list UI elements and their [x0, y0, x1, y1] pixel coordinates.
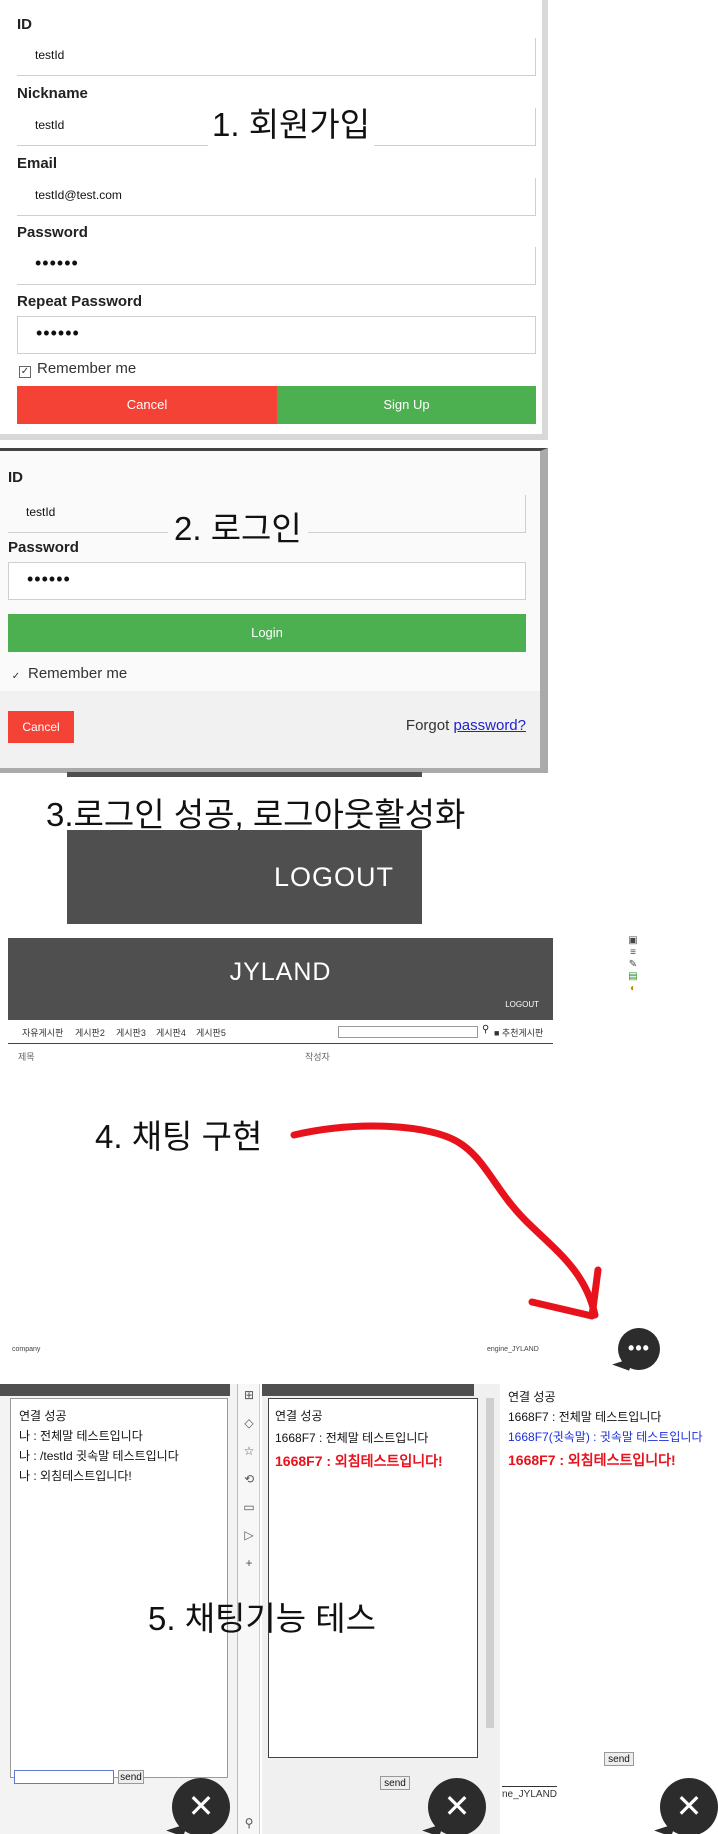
arrow-stroke [290, 1122, 599, 1319]
remember-label: Remember me [37, 360, 137, 377]
chat3-close-button[interactable]: ✕ [660, 1778, 718, 1834]
signup-caption: 1. 회원가입 [208, 96, 375, 148]
play-icon[interactable]: ▷ [242, 1528, 256, 1542]
chat-window-3: 연결 성공 1668F7 : 전체말 테스트입니다 1668F7(귓속말) : … [502, 1384, 718, 1834]
id-input[interactable]: testId [17, 38, 536, 76]
chat1-send-button[interactable]: send [118, 1770, 144, 1784]
login-form: ID testId Password •••••• Login ✓ Remembe… [0, 448, 548, 773]
grid-icon[interactable]: ⊞ [242, 1388, 256, 1402]
checkbox-icon[interactable]: ✓ [10, 672, 22, 684]
column-author: 작성자 [305, 1052, 330, 1062]
star-icon[interactable]: ☆ [242, 1444, 256, 1458]
chat1-line-1: 연결 성공 [19, 1409, 67, 1423]
chat2-scrollbar[interactable] [486, 1398, 494, 1728]
login-remember-label: Remember me [28, 665, 128, 682]
nav-item-3[interactable]: 게시판3 [116, 1026, 146, 1039]
chat3-line-1: 연결 성공 [508, 1390, 556, 1404]
nickname-label: Nickname [17, 85, 88, 102]
extension-icon[interactable]: ▣ [624, 935, 642, 947]
email-input[interactable]: testId@test.com [17, 178, 536, 216]
chat1-message-input[interactable] [14, 1770, 114, 1784]
nav-item-1[interactable]: 자유게시판 [22, 1026, 63, 1039]
history-icon[interactable]: ⟲ [242, 1472, 256, 1486]
signup-button[interactable]: Sign Up [277, 386, 536, 424]
forgot-text: Forgot [405, 717, 450, 734]
login-footer: Cancel Forgot password? [0, 691, 540, 768]
repeat-password-input[interactable]: •••••• [17, 316, 536, 354]
login-id-label: ID [8, 469, 23, 486]
logout-button[interactable]: LOGOUT [274, 862, 394, 893]
login-button[interactable]: Login [8, 614, 526, 652]
password-input[interactable]: •••••• [17, 247, 536, 285]
window-2-header [262, 1384, 474, 1396]
login-cancel-button[interactable]: Cancel [8, 711, 74, 743]
pin-icon[interactable]: ⚲ [242, 1816, 256, 1830]
chat-window-2: 연결 성공 1668F7 : 전체말 테스트입니다 1668F7 : 외침테스트… [268, 1398, 478, 1758]
nav-item-4[interactable]: 게시판4 [156, 1026, 186, 1039]
chat3-whisper-line: 1668F7(귓속말) : 귓속말 테스트입니다 [508, 1430, 703, 1444]
site-search-input[interactable] [338, 1026, 478, 1038]
image-icon[interactable]: ▤ [624, 971, 642, 983]
forgot-password: Forgot password? [406, 717, 526, 734]
footer-engine: engine_JYLAND [487, 1346, 539, 1353]
site-title: JYLAND [229, 958, 332, 986]
logout-caption: 3.로그인 성공, 로그아웃활성화 [46, 788, 466, 836]
login-password-input[interactable]: •••••• [8, 562, 526, 600]
password-label: Password [17, 224, 88, 241]
notes-icon[interactable]: ▭ [242, 1500, 256, 1514]
chat-test-caption: 5. 채팅기능 테스 [148, 1600, 377, 1637]
chat3-line-2: 1668F7 : 전체말 테스트입니다 [508, 1410, 662, 1424]
chat2-close-button[interactable]: ✕ [428, 1778, 486, 1834]
chat2-shout-line: 1668F7 : 외침테스트입니다! [275, 1453, 443, 1469]
chat-caption: 4. 채팅 구현 [95, 1110, 263, 1158]
chat2-line-1: 연결 성공 [275, 1409, 323, 1423]
site-logout-link[interactable]: LOGOUT [505, 1000, 539, 1009]
divider-bar [67, 772, 422, 777]
column-title: 제목 [18, 1052, 35, 1062]
chat3-send-button[interactable]: send [604, 1752, 634, 1766]
chat3-shout-line: 1668F7 : 외침테스트입니다! [508, 1452, 676, 1468]
forgot-password-link[interactable]: password? [453, 717, 526, 734]
chat1-line-4: 나 : 외침테스트입니다! [19, 1469, 132, 1483]
close-icon: ✕ [443, 1788, 471, 1824]
search-icon[interactable]: ⚲ [482, 1024, 489, 1035]
chat1-line-3: 나 : /testId 귓속말 테스트입니다 [19, 1449, 179, 1463]
chat1-close-button[interactable]: ✕ [172, 1778, 230, 1834]
id-label: ID [17, 16, 32, 33]
cancel-button[interactable]: Cancel [17, 386, 277, 424]
logout-banner: LOGOUT [67, 830, 422, 924]
chat2-line-2: 1668F7 : 전체말 테스트입니다 [275, 1431, 429, 1445]
chat1-line-2: 나 : 전체말 테스트입니다 [19, 1429, 143, 1443]
remember-checkbox[interactable]: ✓ Remember me [19, 360, 136, 378]
site-header: JYLAND LOGOUT [8, 938, 553, 1020]
nav-item-5[interactable]: 게시판5 [196, 1026, 226, 1039]
site-nav: 자유게시판 게시판2 게시판3 게시판4 게시판5 ⚲ ■ 추천게시판 [8, 1022, 553, 1044]
email-label: Email [17, 155, 58, 172]
login-remember-checkbox[interactable]: ✓ Remember me [10, 665, 127, 684]
settings-icon[interactable]: ◐ [624, 983, 642, 995]
nav-item-2[interactable]: 게시판2 [75, 1026, 105, 1039]
nav-extra[interactable]: ■ 추천게시판 [494, 1026, 543, 1039]
menu-icon[interactable]: ≡ [624, 947, 642, 959]
close-icon: ✕ [187, 1788, 215, 1824]
chat-window-1: 연결 성공 나 : 전체말 테스트입니다 나 : /testId 귓속말 테스트… [10, 1398, 228, 1778]
dots-icon: ••• [628, 1338, 650, 1358]
window-1-header [0, 1384, 230, 1396]
plus-icon[interactable]: + [242, 1556, 256, 1570]
repeat-password-label: Repeat Password [17, 293, 143, 310]
signup-form: ID testId Nickname testId Email testId@t… [0, 0, 548, 440]
login-caption: 2. 로그인 [168, 500, 308, 552]
chat2-send-button[interactable]: send [380, 1776, 410, 1790]
extension-toolbar: ▣ ≡ ✎ ▤ ◐ [624, 935, 642, 1005]
shield-icon[interactable]: ◇ [242, 1416, 256, 1430]
chat3-footer: ne_JYLAND [502, 1786, 558, 1800]
footer-company: company [12, 1346, 41, 1353]
red-arrow [290, 1122, 602, 1320]
checkbox-icon[interactable]: ✓ [19, 366, 31, 378]
chat-open-button[interactable]: ••• [618, 1328, 660, 1370]
close-icon: ✕ [675, 1788, 703, 1824]
tool-icon[interactable]: ✎ [624, 959, 642, 971]
login-password-label: Password [8, 539, 79, 556]
